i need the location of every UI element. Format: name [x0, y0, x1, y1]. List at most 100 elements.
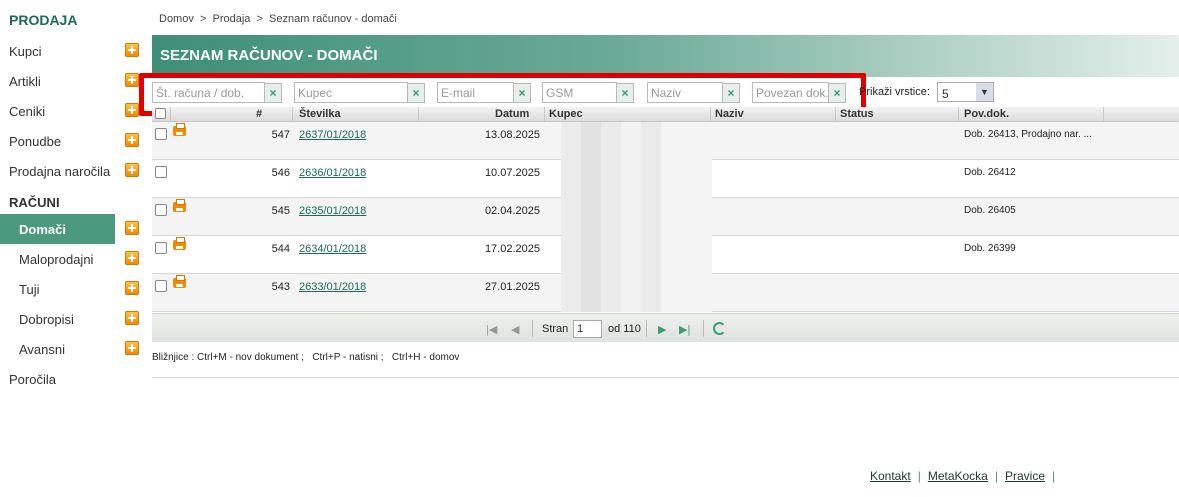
sidebar-item-prodajna-narocila[interactable]: Prodajna naročila — [0, 156, 143, 186]
dropdown-arrow-icon[interactable]: ▼ — [976, 83, 993, 101]
table-row[interactable]: 545 2635/01/2018 02.04.2025 Dob. 26405 — [152, 198, 1179, 236]
row-checkbox[interactable] — [155, 280, 167, 292]
sidebar-item-label: Dobropisi — [19, 312, 74, 327]
row-checkbox[interactable] — [155, 166, 167, 178]
printer-icon[interactable] — [173, 123, 186, 136]
table-row[interactable]: 544 2634/01/2018 17.02.2025 Dob. 26399 — [152, 236, 1179, 274]
redacted-customer — [546, 236, 712, 274]
col-datum[interactable]: Datum — [495, 108, 529, 120]
select-all-checkbox[interactable] — [155, 108, 166, 119]
invoice-number-link[interactable]: 2634/01/2018 — [299, 243, 366, 255]
sidebar: PRODAJA Kupci Artikli Ceniki Ponudbe Pro… — [0, 0, 143, 497]
clear-icon[interactable]: × — [722, 83, 740, 103]
footer-link-metakocka[interactable]: MetaKocka — [928, 469, 988, 483]
sidebar-item-label: Avansni — [19, 342, 66, 357]
footer-link-pravice[interactable]: Pravice — [1005, 469, 1045, 483]
prev-page-icon[interactable]: ◀ — [511, 323, 519, 336]
table-row[interactable]: 546 2636/01/2018 10.07.2025 Dob. 26412 — [152, 160, 1179, 198]
invoice-number-link[interactable]: 2633/01/2018 — [299, 281, 366, 293]
col-stevilka[interactable]: Številka — [299, 108, 341, 120]
row-checkbox[interactable] — [155, 204, 167, 216]
next-page-icon[interactable]: ▶ — [658, 323, 666, 336]
row-index: 546 — [271, 167, 290, 179]
plus-icon[interactable] — [125, 251, 139, 265]
divider — [152, 377, 1179, 378]
sidebar-item-tuji[interactable]: Tuji — [0, 274, 143, 304]
redacted-customer — [546, 122, 712, 160]
clear-icon[interactable]: × — [513, 83, 531, 103]
page-number-input[interactable]: 1 — [573, 320, 602, 338]
row-checkbox[interactable] — [155, 128, 167, 140]
sidebar-item-label: Tuji — [19, 282, 40, 297]
row-checkbox[interactable] — [155, 242, 167, 254]
rows-per-page-value: 5 — [942, 87, 949, 101]
shortcuts-hint: Bližnjice : Ctrl+M - nov dokument ; Ctrl… — [152, 352, 460, 363]
footer-link-kontakt[interactable]: Kontakt — [870, 469, 911, 483]
last-page-icon[interactable]: ▶| — [679, 323, 690, 336]
sidebar-item-kupci[interactable]: Kupci — [0, 36, 143, 66]
invoice-number-link[interactable]: 2637/01/2018 — [299, 129, 366, 141]
invoice-table: # Številka Datum Kupec Naziv Status Pov.… — [152, 107, 1179, 312]
sidebar-item-label: Ceniki — [9, 104, 46, 119]
sidebar-item-label: Prodajna naročila — [9, 164, 111, 179]
plus-icon[interactable] — [125, 341, 139, 355]
plus-icon[interactable] — [125, 103, 139, 117]
redacted-customer — [546, 198, 712, 236]
plus-icon[interactable] — [125, 133, 139, 147]
col-pov-dok[interactable]: Pov.dok. — [964, 108, 1009, 120]
first-page-icon[interactable]: |◀ — [486, 323, 497, 336]
plus-icon[interactable] — [125, 221, 139, 235]
clear-icon[interactable]: × — [407, 83, 425, 103]
sidebar-item-porocila[interactable]: Poročila — [0, 364, 143, 394]
col-number-index[interactable]: # — [256, 108, 262, 120]
printer-icon[interactable] — [173, 275, 186, 288]
row-date: 13.08.2025 — [484, 129, 540, 141]
filter-bar: × × × × × × — [152, 77, 1179, 107]
row-index: 545 — [271, 205, 290, 217]
clear-icon[interactable]: × — [828, 83, 846, 103]
plus-icon[interactable] — [125, 73, 139, 87]
gsm-input[interactable] — [542, 82, 617, 103]
table-row[interactable]: 543 2633/01/2018 27.01.2025 — [152, 274, 1179, 312]
table-row[interactable]: 547 2637/01/2018 13.08.2025 Dob. 26413, … — [152, 122, 1179, 160]
footer-separator: | — [994, 469, 998, 483]
sidebar-item-label: Domači — [19, 222, 66, 237]
sidebar-item-maloprodajni[interactable]: Maloprodajni — [0, 244, 143, 274]
sidebar-item-ponudbe[interactable]: Ponudbe — [0, 126, 143, 156]
footer-separator: | — [1052, 469, 1056, 483]
sidebar-item-ceniki[interactable]: Ceniki — [0, 96, 143, 126]
sidebar-item-label: Artikli — [9, 74, 41, 89]
customer-input[interactable] — [294, 82, 408, 103]
sidebar-item-avansni[interactable]: Avansni — [0, 334, 143, 364]
row-date: 10.07.2025 — [484, 167, 540, 179]
row-date: 02.04.2025 — [484, 205, 540, 217]
plus-icon[interactable] — [125, 281, 139, 295]
rows-per-page-label: Prikaži vrstice: — [859, 86, 930, 98]
clear-icon[interactable]: × — [616, 83, 634, 103]
printer-icon[interactable] — [173, 199, 186, 212]
row-linked-doc: Dob. 26405 — [964, 205, 1016, 216]
invoice-number-input[interactable] — [152, 82, 265, 103]
col-status[interactable]: Status — [840, 108, 874, 120]
rows-per-page-select[interactable]: 5 ▼ — [937, 82, 994, 102]
col-naziv[interactable]: Naziv — [715, 108, 744, 120]
invoice-number-link[interactable]: 2635/01/2018 — [299, 205, 366, 217]
plus-icon[interactable] — [125, 163, 139, 177]
invoice-number-link[interactable]: 2636/01/2018 — [299, 167, 366, 179]
breadcrumb[interactable]: Domov > Prodaja > Seznam računov - domač… — [159, 13, 397, 25]
col-kupec[interactable]: Kupec — [549, 108, 583, 120]
clear-icon[interactable]: × — [264, 83, 282, 103]
refresh-icon[interactable] — [713, 322, 726, 335]
name-input[interactable] — [647, 82, 723, 103]
section-title-prodaja: PRODAJA — [9, 12, 78, 28]
plus-icon[interactable] — [125, 311, 139, 325]
printer-icon[interactable] — [173, 237, 186, 250]
linked-doc-input[interactable] — [752, 82, 829, 103]
page-header: SEZNAM RAČUNOV - DOMAČI — [152, 35, 1179, 77]
sidebar-item-dobropisi[interactable]: Dobropisi — [0, 304, 143, 334]
email-input[interactable] — [437, 82, 514, 103]
plus-icon[interactable] — [125, 43, 139, 57]
sidebar-item-domaci[interactable]: Domači — [0, 214, 143, 244]
row-date: 17.02.2025 — [484, 243, 540, 255]
sidebar-item-artikli[interactable]: Artikli — [0, 66, 143, 96]
